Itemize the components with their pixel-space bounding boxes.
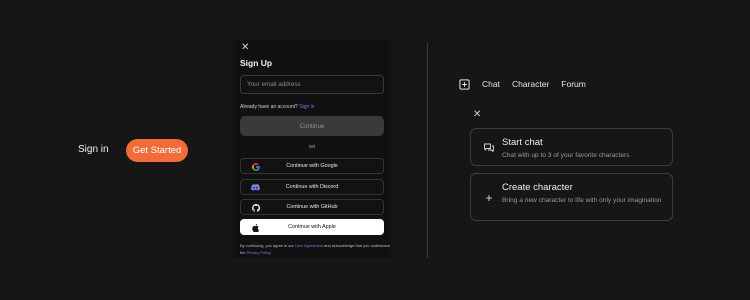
start-chat-description: Chat with up to 3 of your favorite chara… xyxy=(502,152,630,159)
continue-with-apple-button[interactable]: Continue with Apple xyxy=(240,219,384,235)
vertical-divider xyxy=(427,43,428,258)
create-character-title: Create character xyxy=(502,182,573,193)
terms-prefix: By continuing, you agree to our xyxy=(240,243,294,248)
github-icon xyxy=(251,203,260,212)
signup-panel: ✕ Sign Up Already have an account? Sign … xyxy=(233,40,391,258)
top-nav: Chat Character Forum xyxy=(459,77,598,91)
close-icon[interactable]: ✕ xyxy=(241,43,249,53)
get-started-button[interactable]: Get Started xyxy=(126,139,188,162)
or-separator: OR xyxy=(308,144,316,149)
apple-icon xyxy=(251,223,260,232)
google-icon xyxy=(251,162,260,171)
google-button-label: Continue with Google xyxy=(286,163,338,169)
continue-button[interactable]: Continue xyxy=(240,116,384,136)
privacy-policy-link[interactable]: Privacy Policy xyxy=(247,250,271,255)
chat-bubbles-icon xyxy=(483,142,495,154)
discord-icon xyxy=(251,183,260,192)
account-prompt: Already have an account? Sign in xyxy=(240,104,315,110)
nav-chat[interactable]: Chat xyxy=(482,79,500,89)
nav-forum[interactable]: Forum xyxy=(561,79,586,89)
continue-with-google-button[interactable]: Continue with Google xyxy=(240,158,384,174)
sign-in-link[interactable]: Sign in xyxy=(78,144,109,155)
plus-square-icon[interactable] xyxy=(459,78,470,90)
plus-icon: + xyxy=(485,191,493,205)
create-character-description: Bring a new character to life with only … xyxy=(502,197,662,204)
email-field[interactable] xyxy=(240,75,384,94)
terms-notice: By continuing, you agree to our User Agr… xyxy=(240,242,390,256)
nav-character[interactable]: Character xyxy=(512,79,549,89)
terms-suffix: . xyxy=(270,250,272,256)
signup-signin-link[interactable]: Sign in xyxy=(299,104,314,110)
continue-with-discord-button[interactable]: Continue with Discord xyxy=(240,179,384,195)
account-prompt-text: Already have an account? xyxy=(240,104,298,110)
continue-with-github-button[interactable]: Continue with GitHub xyxy=(240,199,384,215)
discord-button-label: Continue with Discord xyxy=(285,184,339,190)
create-character-card[interactable]: + Create character Bring a new character… xyxy=(470,173,673,221)
start-chat-card[interactable]: Start chat Chat with up to 3 of your fav… xyxy=(470,128,673,166)
start-chat-title: Start chat xyxy=(502,137,543,148)
menu-close-icon[interactable]: ✕ xyxy=(473,110,481,120)
github-button-label: Continue with GitHub xyxy=(286,204,338,210)
apple-button-label: Continue with Apple xyxy=(288,224,336,230)
user-agreement-link[interactable]: User Agreement xyxy=(295,243,323,248)
signup-title: Sign Up xyxy=(240,58,273,68)
